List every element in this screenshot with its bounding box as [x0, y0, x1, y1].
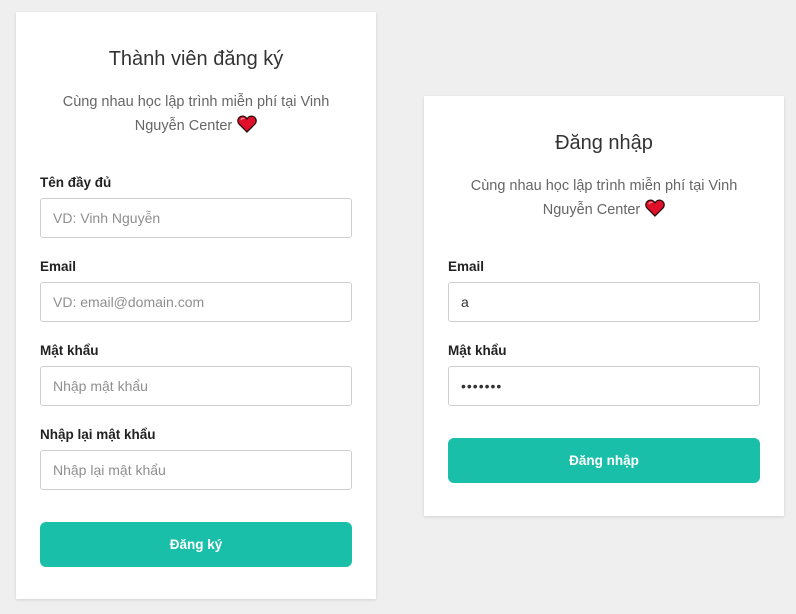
register-card: Thành viên đăng ký Cùng nhau học lập trì… [16, 12, 376, 599]
login-subtitle: Cùng nhau học lập trình miễn phí tại Vin… [456, 174, 752, 225]
register-subtitle: Cùng nhau học lập trình miễn phí tại Vin… [48, 90, 344, 141]
fullname-label: Tên đầy đủ [40, 175, 112, 190]
heart-icon [237, 115, 258, 141]
login-email-label: Email [448, 259, 485, 274]
login-title: Đăng nhập [555, 132, 653, 154]
login-subtitle-text: Cùng nhau học lập trình miễn phí tại Vin… [470, 178, 738, 218]
register-email-input[interactable] [40, 282, 352, 322]
login-email-input[interactable] [448, 282, 760, 322]
register-email-label: Email [40, 259, 77, 274]
login-card: Đăng nhập Cùng nhau học lập trình miễn p… [424, 96, 784, 516]
register-title: Thành viên đăng ký [108, 48, 284, 70]
register-subtitle-text: Cùng nhau học lập trình miễn phí tại Vin… [62, 94, 330, 134]
fullname-input[interactable] [40, 198, 352, 238]
register-password-input[interactable] [40, 366, 352, 406]
confirm-password-label: Nhập lại mật khẩu [40, 427, 156, 442]
register-password-label: Mật khẩu [40, 343, 99, 358]
login-password-label: Mật khẩu [448, 343, 507, 358]
confirm-password-input[interactable] [40, 450, 352, 490]
login-button[interactable]: Đăng nhập [448, 438, 760, 483]
login-password-input[interactable] [448, 366, 760, 406]
heart-icon [645, 199, 666, 225]
register-button[interactable]: Đăng ký [40, 522, 352, 567]
